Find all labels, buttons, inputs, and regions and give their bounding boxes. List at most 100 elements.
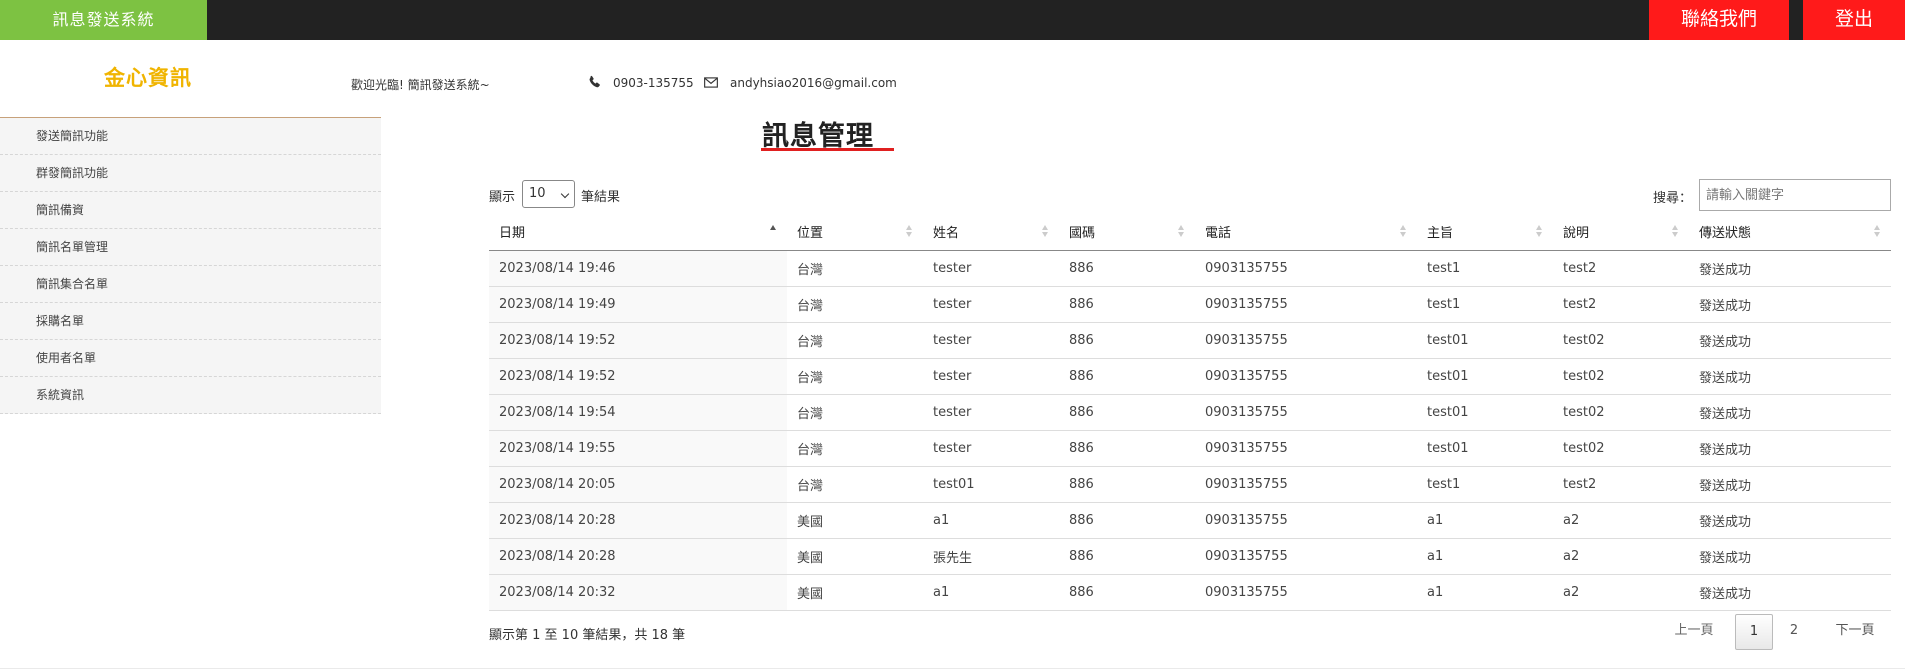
search-input[interactable] — [1699, 179, 1891, 211]
column-header-label: 傳送狀態 — [1699, 225, 1752, 241]
sidebar-item-sms-list-management[interactable]: 簡訊名單管理 — [0, 229, 381, 266]
sort-down-arrow — [1874, 232, 1880, 237]
pagination-next[interactable]: 下一頁 — [1819, 614, 1891, 650]
cell-location: 台灣 — [787, 286, 923, 323]
bottom-divider — [0, 668, 1905, 669]
cell-phone: 0903135755 — [1195, 358, 1417, 395]
cell-location: 台灣 — [787, 466, 923, 503]
column-header-status[interactable]: 傳送狀態 — [1689, 213, 1891, 251]
cell-description: test2 — [1553, 466, 1689, 503]
cell-name: tester — [923, 358, 1059, 395]
table-row: 2023/08/14 19:49 台灣 tester 886 0903135755 tes… — [489, 286, 1891, 323]
column-header-label: 位置 — [797, 225, 824, 241]
sort-icon — [1672, 225, 1679, 237]
cell-date: 2023/08/14 20:28 — [489, 538, 787, 575]
cell-description: test02 — [1553, 430, 1689, 467]
cell-phone: 0903135755 — [1195, 322, 1417, 359]
company-logo-text: 金心資訊 — [104, 66, 192, 90]
cell-date: 2023/08/14 19:52 — [489, 322, 787, 359]
pagination-page-1[interactable]: 1 — [1735, 614, 1773, 650]
sidebar-item-sms-group-list[interactable]: 簡訊集合名單 — [0, 266, 381, 303]
cell-country-code: 886 — [1059, 574, 1195, 611]
table-row: 2023/08/14 19:54 台灣 tester 886 0903135755 tes… — [489, 394, 1891, 431]
cell-location: 美國 — [787, 502, 923, 539]
page-length-value: 10 — [529, 186, 546, 201]
sidebar-item-system-info[interactable]: 系統資訊 — [0, 377, 381, 414]
column-header-label: 姓名 — [933, 225, 960, 241]
cell-phone: 0903135755 — [1195, 466, 1417, 503]
cell-country-code: 886 — [1059, 502, 1195, 539]
column-header-phone[interactable]: 電話 — [1195, 213, 1417, 251]
column-header-name[interactable]: 姓名 — [923, 213, 1059, 251]
column-header-description[interactable]: 說明 — [1553, 213, 1689, 251]
cell-name: 張先生 — [923, 538, 1059, 575]
cell-country-code: 886 — [1059, 466, 1195, 503]
table-header-row: 日期 位置 姓名 國碼 電話 主旨 說明 傳送狀態 — [489, 213, 1891, 251]
sort-down-arrow — [1178, 232, 1184, 237]
cell-description: test2 — [1553, 286, 1689, 323]
contact-us-button[interactable]: 聯絡我們 — [1649, 0, 1789, 40]
column-header-country-code[interactable]: 國碼 — [1059, 213, 1195, 251]
cell-description: a2 — [1553, 538, 1689, 575]
table-info: 顯示第 1 至 10 筆結果，共 18 筆 — [489, 628, 686, 643]
cell-phone: 0903135755 — [1195, 502, 1417, 539]
cell-name: tester — [923, 286, 1059, 323]
sort-up-arrow — [770, 225, 776, 230]
cell-phone: 0903135755 — [1195, 430, 1417, 467]
pagination-page-2[interactable]: 2 — [1775, 614, 1813, 650]
sidebar-item-user-list[interactable]: 使用者名單 — [0, 340, 381, 377]
column-header-date[interactable]: 日期 — [489, 213, 787, 251]
cell-date: 2023/08/14 19:49 — [489, 286, 787, 323]
sort-up-arrow — [1874, 225, 1880, 230]
cell-name: tester — [923, 430, 1059, 467]
cell-status: 發送成功 — [1689, 466, 1891, 503]
table-row: 2023/08/14 19:52 台灣 tester 886 0903135755 tes… — [489, 358, 1891, 395]
cell-country-code: 886 — [1059, 322, 1195, 359]
cell-name: a1 — [923, 574, 1059, 611]
cell-country-code: 886 — [1059, 358, 1195, 395]
column-header-subject[interactable]: 主旨 — [1417, 213, 1553, 251]
cell-status: 發送成功 — [1689, 538, 1891, 575]
cell-subject: test01 — [1417, 322, 1553, 359]
cell-name: tester — [923, 322, 1059, 359]
logout-button[interactable]: 登出 — [1803, 0, 1905, 40]
sort-down-arrow — [906, 232, 912, 237]
cell-status: 發送成功 — [1689, 286, 1891, 323]
pagination-previous[interactable]: 上一頁 — [1665, 614, 1723, 650]
sort-up-arrow — [1400, 225, 1406, 230]
table-row: 2023/08/14 19:46 台灣 tester 886 0903135755 tes… — [489, 250, 1891, 287]
cell-description: test02 — [1553, 322, 1689, 359]
sort-up-arrow — [906, 225, 912, 230]
cell-status: 發送成功 — [1689, 574, 1891, 611]
app-brand[interactable]: 訊息發送系統 — [0, 0, 207, 40]
table-body: 2023/08/14 19:46 台灣 tester 886 0903135755 tes… — [489, 250, 1891, 611]
sidebar-item-bulk-sms[interactable]: 群發簡訊功能 — [0, 155, 381, 192]
cell-subject: test01 — [1417, 394, 1553, 431]
sort-icon — [770, 225, 777, 237]
welcome-text: 歡迎光臨! 簡訊發送系統~ — [351, 78, 490, 92]
contact-email[interactable]: andyhsiao2016@gmail.com — [730, 76, 897, 90]
table-row: 2023/08/14 20:32 美國 a1 886 0903135755 a1 a2 發送成… — [489, 574, 1891, 611]
sort-icon — [906, 225, 913, 237]
sidebar-item-sms-backup[interactable]: 簡訊備資 — [0, 192, 381, 229]
chevron-down-icon — [560, 189, 570, 199]
cell-date: 2023/08/14 19:46 — [489, 250, 787, 287]
sort-down-arrow — [1672, 232, 1678, 237]
sidebar-item-purchase-list[interactable]: 採購名單 — [0, 303, 381, 340]
cell-phone: 0903135755 — [1195, 286, 1417, 323]
top-bar — [0, 0, 1905, 40]
page-length-select[interactable]: 10 — [522, 180, 575, 208]
table-row: 2023/08/14 20:28 美國 張先生 886 0903135755 a1 a2 發送… — [489, 538, 1891, 575]
sidebar-item-send-sms[interactable]: 發送簡訊功能 — [0, 118, 381, 155]
cell-country-code: 886 — [1059, 394, 1195, 431]
cell-date: 2023/08/14 20:05 — [489, 466, 787, 503]
column-header-location[interactable]: 位置 — [787, 213, 923, 251]
cell-location: 台灣 — [787, 322, 923, 359]
cell-subject: test1 — [1417, 466, 1553, 503]
column-header-label: 主旨 — [1427, 225, 1454, 241]
sort-icon — [1874, 225, 1881, 237]
search-label: 搜尋： — [1653, 191, 1693, 206]
cell-date: 2023/08/14 19:52 — [489, 358, 787, 395]
table-row: 2023/08/14 20:28 美國 a1 886 0903135755 a1 a2 發送成… — [489, 502, 1891, 539]
cell-location: 台灣 — [787, 250, 923, 287]
